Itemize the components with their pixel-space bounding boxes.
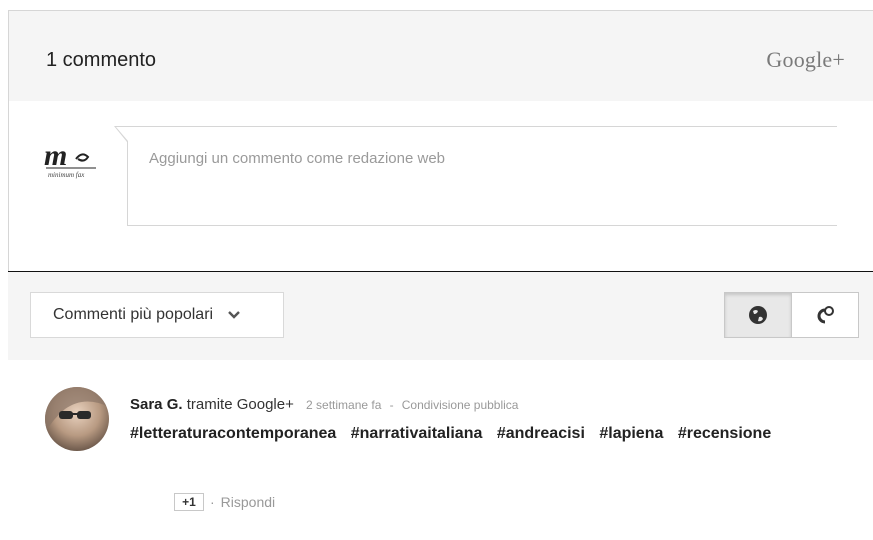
- comments-header: 1 commento Google+: [9, 11, 873, 101]
- comment-body: #letteraturacontemporanea #narrativaital…: [130, 425, 781, 443]
- plus-one-button[interactable]: +1: [174, 493, 204, 511]
- view-toggle: [724, 292, 859, 338]
- comment-visibility: Condivisione pubblica: [401, 398, 519, 412]
- sort-label: Commenti più popolari: [53, 306, 214, 323]
- meta-separator: -: [389, 398, 394, 412]
- svg-text:m: m: [44, 139, 67, 172]
- link-circles-icon: [817, 306, 834, 324]
- logo-text: minimum fax: [48, 171, 85, 179]
- globe-icon: [749, 306, 767, 324]
- hashtag[interactable]: #letteraturacontemporanea: [130, 425, 336, 442]
- composer-pointer-inner: [116, 127, 128, 141]
- sort-dropdown[interactable]: Commenti più popolari: [30, 292, 284, 338]
- circles-toggle-button[interactable]: [792, 293, 858, 337]
- comment-input-placeholder[interactable]: Aggiungi un commento come redazione web: [149, 150, 445, 167]
- reply-link[interactable]: Rispondi: [221, 494, 275, 510]
- hashtag[interactable]: #narrativaitaliana: [351, 425, 483, 442]
- comment-actions: +1 · Rispondi: [174, 493, 275, 511]
- comment-via: tramite Google+: [186, 396, 294, 413]
- chevron-down-icon: [228, 311, 240, 319]
- comment-author[interactable]: Sara G.: [130, 396, 183, 413]
- globe-toggle-button[interactable]: [725, 293, 792, 337]
- site-logo: m minimum fax: [40, 137, 106, 183]
- action-separator: ·: [210, 494, 215, 510]
- comments-toolbar: Commenti più popolari: [8, 272, 873, 360]
- comment-time[interactable]: 2 settimane fa: [306, 398, 381, 412]
- hashtag[interactable]: #lapiena: [599, 425, 663, 442]
- avatar[interactable]: [45, 387, 109, 451]
- comment-header: Sara G. tramite Google+ 2 settimane fa -…: [130, 396, 518, 413]
- hashtag[interactable]: #andreacisi: [497, 425, 585, 442]
- hashtag[interactable]: #recensione: [678, 425, 771, 442]
- comment-count: 1 commento: [46, 49, 157, 71]
- google-plus-brand: Google+: [766, 47, 845, 72]
- comment-input[interactable]: [127, 126, 837, 226]
